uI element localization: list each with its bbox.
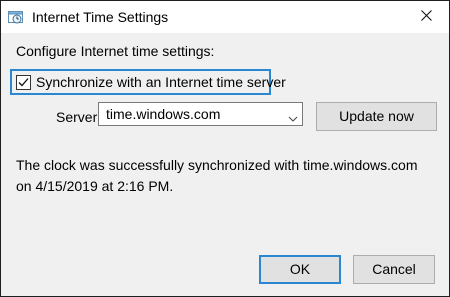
cancel-button[interactable]: Cancel	[353, 255, 435, 284]
close-icon	[420, 8, 432, 26]
update-now-button[interactable]: Update now	[316, 102, 437, 131]
server-value: time.windows.com	[106, 106, 221, 122]
server-label: Server:	[56, 109, 102, 125]
ok-button[interactable]: OK	[259, 255, 341, 284]
sync-checkbox-label: Synchronize with an Internet time server	[36, 73, 286, 90]
clock-window-icon	[8, 9, 24, 25]
dialog-body: Configure Internet time settings: Synchr…	[1, 33, 449, 296]
intro-text: Configure Internet time settings:	[16, 43, 215, 59]
sync-status-text: The clock was successfully synchronized …	[16, 157, 418, 194]
window-title: Internet Time Settings	[32, 9, 169, 25]
sync-checkbox[interactable]	[16, 74, 31, 90]
close-button[interactable]	[403, 1, 449, 33]
internet-time-settings-dialog: Internet Time Settings Configure Interne…	[0, 0, 450, 297]
sync-checkbox-row[interactable]: Synchronize with an Internet time server	[10, 69, 286, 95]
checkmark-icon	[18, 77, 29, 86]
server-dropdown[interactable]: time.windows.com	[98, 102, 303, 126]
title-bar: Internet Time Settings	[1, 1, 449, 33]
chevron-down-icon	[288, 110, 298, 122]
